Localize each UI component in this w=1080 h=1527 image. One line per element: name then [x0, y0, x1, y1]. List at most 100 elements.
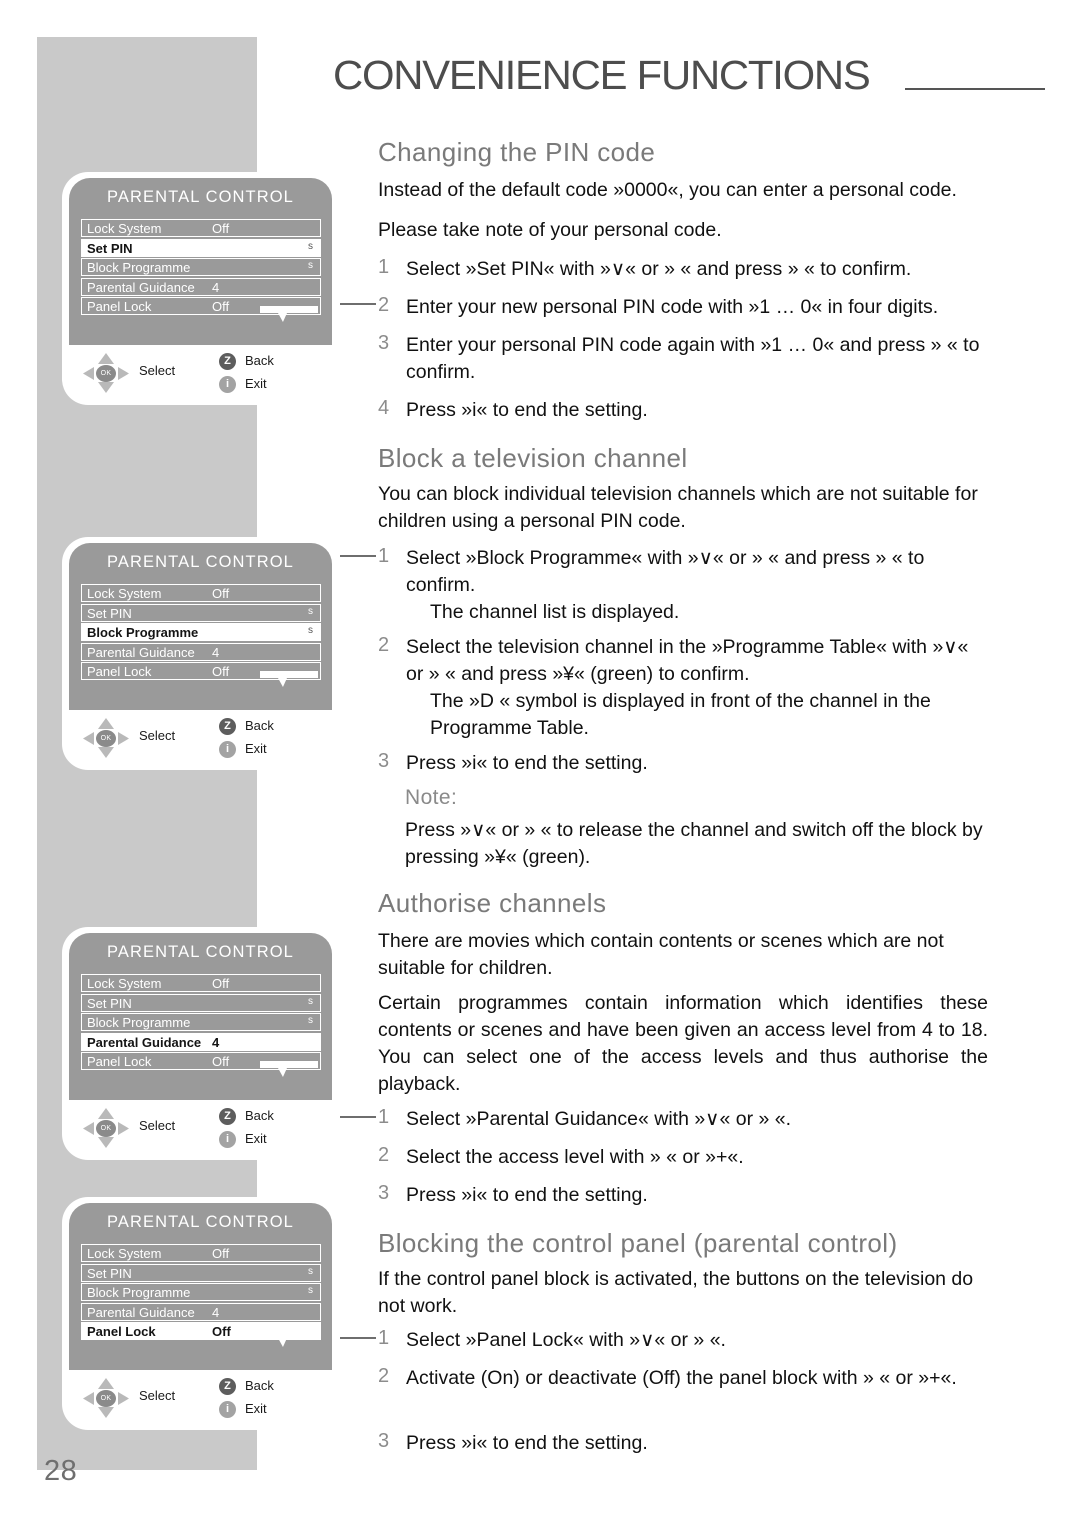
exit-badge-icon: i — [219, 1401, 236, 1418]
menu-row-label: Panel Lock — [87, 1324, 156, 1339]
exit-badge-icon: i — [219, 1131, 236, 1148]
back-label: Back — [245, 353, 274, 368]
tv-footer-bar: OK Select Z Back i Exit — [69, 345, 332, 399]
back-label: Back — [245, 1108, 274, 1123]
scroll-down-icon — [260, 671, 318, 687]
page-number: 28 — [44, 1455, 78, 1487]
menu-row[interactable]: Set PIN s — [81, 603, 321, 622]
leader-line — [340, 1116, 376, 1118]
scroll-down-icon — [260, 306, 318, 322]
step-text: Enter your new personal PIN code with »1… — [406, 296, 939, 318]
step-text: Select »Set PIN« with »∨« or » « and pre… — [406, 258, 912, 280]
step-number: 2 — [378, 294, 390, 316]
paragraph: Instead of the default code »0000«, you … — [378, 179, 957, 201]
menu-title: PARENTAL CONTROL — [107, 1213, 294, 1231]
step-item: 3 Enter your personal PIN code again wit… — [378, 332, 988, 386]
dpad-icon[interactable]: OK — [83, 718, 129, 758]
menu-row[interactable]: Block Programme s — [81, 623, 321, 641]
menu-row-label: Block Programme — [87, 260, 191, 275]
tv-footer-bar: OK Select Z Back i Exit — [69, 710, 332, 764]
select-label: Select — [139, 1388, 176, 1403]
step-text: Press »i« to end the setting. — [406, 752, 648, 774]
tv-menu-screenshot: PARENTAL CONTROL Lock System Off Set PIN s Bl… — [62, 172, 339, 405]
step-number: 1 — [378, 545, 390, 567]
menu-row[interactable]: Parental Guidance 4 — [81, 642, 321, 661]
leader-line — [340, 555, 376, 557]
select-label: Select — [139, 363, 176, 378]
menu-list: Lock System Off Set PIN s Block Programme s Pa… — [81, 219, 321, 317]
menu-row[interactable]: Lock System Off — [81, 1244, 321, 1262]
back-label: Back — [245, 1378, 274, 1393]
ok-button-icon[interactable]: OK — [96, 730, 116, 747]
step-item: 1 Select »Block Programme« with »∨« or »… — [378, 545, 988, 626]
menu-row-value: s — [308, 1265, 313, 1277]
step-text: Press »i« to end the setting. — [406, 399, 648, 421]
menu-row[interactable]: Set PIN s — [81, 238, 321, 257]
back-badge-icon: Z — [219, 1378, 236, 1395]
step-text: Press »i« to end the setting. — [406, 1432, 648, 1454]
step-number: 3 — [378, 1182, 390, 1204]
scroll-down-icon — [260, 1331, 318, 1347]
menu-row-value: Off — [212, 664, 230, 679]
menu-row-label: Panel Lock — [87, 664, 152, 679]
dpad-icon[interactable]: OK — [83, 1108, 129, 1148]
step-number: 2 — [378, 1365, 390, 1387]
paragraph: If the control panel block is activated,… — [378, 1268, 974, 1317]
menu-row[interactable]: Lock System Off — [81, 584, 321, 602]
menu-row-value: s — [308, 625, 313, 636]
dpad-icon[interactable]: OK — [83, 353, 129, 393]
leader-line — [340, 1337, 376, 1339]
menu-row[interactable]: Lock System Off — [81, 974, 321, 992]
ok-button-icon[interactable]: OK — [96, 1120, 116, 1137]
menu-row[interactable]: Lock System Off — [81, 219, 321, 237]
paragraph: Certain programmes contain information w… — [378, 992, 988, 1095]
menu-row-value: Off — [212, 1324, 231, 1339]
tv-screen: PARENTAL CONTROL Lock System Off Set PIN s Bl… — [69, 933, 332, 1100]
menu-row-value: s — [308, 995, 313, 1007]
ok-button-icon[interactable]: OK — [96, 1390, 116, 1407]
menu-row-value: Off — [212, 586, 230, 601]
menu-row-value: s — [308, 605, 313, 617]
select-label: Select — [139, 728, 176, 743]
tv-footer-bar: OK Select Z Back i Exit — [69, 1370, 332, 1424]
menu-row[interactable]: Parental Guidance 4 — [81, 277, 321, 296]
step-item: 1 Select »Parental Guidance« with »∨« or… — [378, 1106, 988, 1133]
step-text: Select »Block Programme« with »∨« or » «… — [406, 547, 925, 596]
section-heading-block-channel: Block a television channel — [378, 443, 688, 473]
menu-row-value: 4 — [212, 279, 220, 295]
dpad-icon[interactable]: OK — [83, 1378, 129, 1418]
back-badge-icon: Z — [219, 718, 236, 735]
menu-row-label: Block Programme — [87, 1015, 191, 1030]
tv-screen-inner: PARENTAL CONTROL Lock System Off Set PIN s Bl… — [69, 933, 332, 1154]
manual-page: 28 CONVENIENCE FUNCTIONS Changing the PI… — [0, 0, 1080, 1527]
step-item: 2 Activate (On) or deactivate (Off) the … — [378, 1365, 988, 1392]
menu-row[interactable]: Set PIN s — [81, 993, 321, 1012]
step-number: 2 — [378, 634, 390, 656]
tv-screen-inner: PARENTAL CONTROL Lock System Off Set PIN s Bl… — [69, 543, 332, 764]
menu-row[interactable]: Parental Guidance 4 — [81, 1302, 321, 1321]
ok-button-icon[interactable]: OK — [96, 365, 116, 382]
menu-row[interactable]: Parental Guidance 4 — [81, 1032, 321, 1051]
tv-screen-inner: PARENTAL CONTROL Lock System Off Set PIN s Bl… — [69, 178, 332, 399]
back-badge-icon: Z — [219, 353, 236, 370]
exit-label: Exit — [245, 376, 267, 391]
menu-row[interactable]: Block Programme s — [81, 1283, 321, 1301]
tv-menu-screenshot: PARENTAL CONTROL Lock System Off Set PIN s Bl… — [62, 927, 339, 1160]
paragraph: You can block individual television chan… — [378, 483, 978, 532]
menu-row-label: Panel Lock — [87, 299, 152, 314]
menu-row[interactable]: Set PIN s — [81, 1263, 321, 1282]
menu-row-label: Parental Guidance — [87, 644, 195, 660]
leader-line — [340, 303, 376, 305]
menu-row[interactable]: Block Programme s — [81, 1013, 321, 1031]
step-text: Enter your personal PIN code again with … — [406, 334, 980, 383]
tv-menu-screenshot: PARENTAL CONTROL Lock System Off Set PIN s Bl… — [62, 1197, 339, 1430]
scroll-down-icon — [260, 1061, 318, 1077]
step-item: 3 Press »i« to end the setting. — [378, 1430, 988, 1457]
step-item: 2 Enter your new personal PIN code with … — [378, 294, 988, 321]
step-subtext: The »D « symbol is displayed in front of… — [430, 690, 931, 739]
menu-row-value: s — [308, 1015, 313, 1026]
menu-title: PARENTAL CONTROL — [107, 943, 294, 961]
menu-row[interactable]: Block Programme s — [81, 258, 321, 276]
menu-row-label: Panel Lock — [87, 1054, 152, 1069]
menu-row-value: Off — [212, 1054, 230, 1069]
